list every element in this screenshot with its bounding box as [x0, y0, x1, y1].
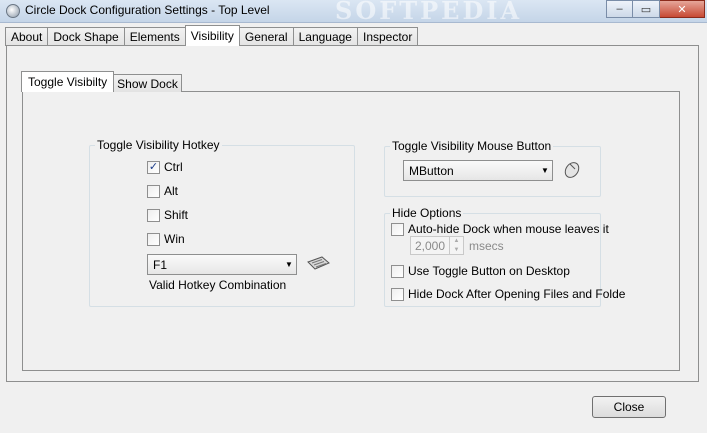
- hide-delay-spinner[interactable]: 2,000 ▲ ▼: [410, 236, 464, 255]
- hide-delay-value: 2,000: [414, 238, 445, 253]
- alt-checkbox[interactable]: [147, 184, 160, 198]
- chevron-down-icon: ▼: [541, 166, 549, 175]
- mouse-button-value: MButton: [409, 163, 454, 178]
- tab-language[interactable]: Language: [292, 27, 358, 46]
- hotkey-status-text: Valid Hotkey Combination: [149, 278, 287, 292]
- alt-label: Alt: [164, 184, 179, 198]
- title-bar: Circle Dock Configuration Settings - Top…: [0, 0, 707, 25]
- window-title: Circle Dock Configuration Settings - Top…: [25, 3, 270, 17]
- hotkey-group-title: Toggle Visibility Hotkey: [95, 138, 222, 152]
- mouse-group-title: Toggle Visibility Mouse Button: [390, 139, 554, 153]
- toggle-button-checkbox[interactable]: [391, 264, 404, 278]
- minimize-button[interactable]: –: [606, 0, 633, 18]
- toggle-button-checkbox-row[interactable]: Use Toggle Button on Desktop: [391, 264, 570, 278]
- hotkey-key-value: F1: [153, 257, 168, 272]
- shift-checkbox[interactable]: [147, 208, 160, 222]
- tab-visibility[interactable]: Visibility: [184, 25, 240, 46]
- hide-after-open-checkbox-row[interactable]: Hide Dock After Opening Files and Folde: [391, 287, 625, 301]
- ctrl-checkbox[interactable]: ✓: [147, 160, 160, 174]
- tab-general[interactable]: General: [238, 27, 294, 46]
- tab-show-dock[interactable]: Show Dock: [113, 74, 182, 92]
- watermark: SOFTPEDIA: [335, 0, 523, 25]
- sub-tab-bar: Toggle Visibilty Show Dock: [21, 71, 182, 92]
- ctrl-label: Ctrl: [164, 160, 183, 174]
- shift-checkbox-row[interactable]: Shift: [147, 208, 188, 222]
- alt-checkbox-row[interactable]: Alt: [147, 184, 178, 198]
- maximize-button[interactable]: ▭: [633, 0, 660, 18]
- tab-toggle-visibility[interactable]: Toggle Visibilty: [21, 71, 115, 92]
- hotkey-key-select[interactable]: F1 ▼: [147, 254, 297, 275]
- ctrl-checkbox-row[interactable]: ✓ Ctrl: [147, 160, 183, 174]
- hide-options-title: Hide Options: [390, 206, 464, 220]
- hide-delay-unit: msecs: [469, 239, 504, 253]
- mouse-icon: [564, 162, 580, 178]
- tab-elements[interactable]: Elements: [123, 27, 186, 46]
- keyboard-icon: [307, 256, 330, 270]
- close-window-button[interactable]: ✕: [660, 0, 705, 18]
- chevron-down-icon: ▼: [285, 260, 293, 269]
- win-checkbox-row[interactable]: Win: [147, 232, 185, 246]
- shift-label: Shift: [164, 208, 189, 222]
- win-checkbox[interactable]: [147, 232, 160, 246]
- hide-after-open-checkbox[interactable]: [391, 287, 404, 301]
- tab-dock-shape[interactable]: Dock Shape: [47, 27, 125, 46]
- autohide-checkbox-row[interactable]: Auto-hide Dock when mouse leaves it: [391, 222, 609, 236]
- app-icon: [6, 4, 20, 18]
- win-label: Win: [164, 232, 185, 246]
- autohide-checkbox[interactable]: [391, 222, 404, 236]
- tab-inspector[interactable]: Inspector: [356, 27, 419, 46]
- main-tab-bar: About Dock Shape Elements Visibility Gen…: [5, 25, 419, 46]
- mouse-button-select[interactable]: MButton ▼: [403, 160, 553, 181]
- autohide-label: Auto-hide Dock when mouse leaves it: [408, 222, 609, 236]
- close-button[interactable]: Close: [592, 396, 666, 418]
- tab-about[interactable]: About: [5, 27, 49, 46]
- spinner-arrows-icon[interactable]: ▲ ▼: [449, 237, 463, 254]
- hide-after-open-label: Hide Dock After Opening Files and Folde: [408, 287, 626, 301]
- toggle-button-label: Use Toggle Button on Desktop: [408, 264, 570, 278]
